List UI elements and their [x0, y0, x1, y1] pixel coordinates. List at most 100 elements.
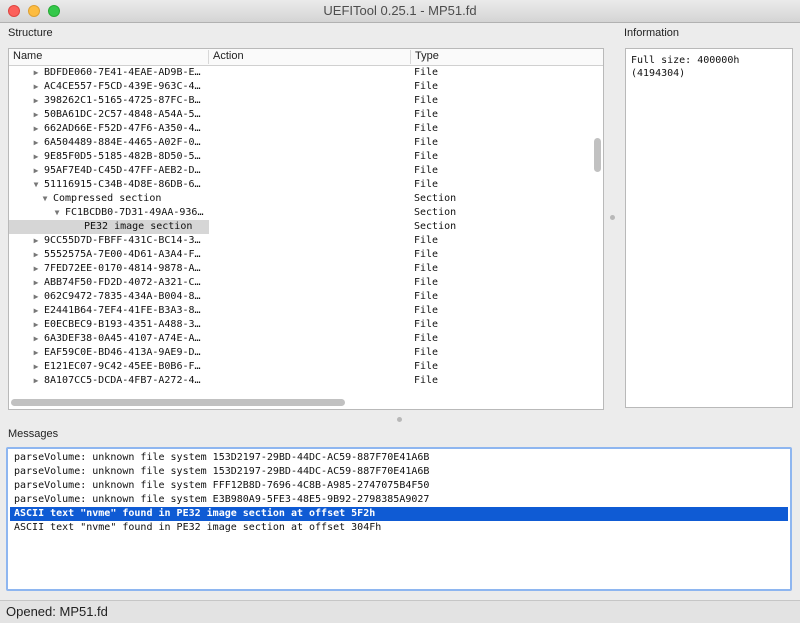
tree-row-name-cell[interactable]: ▶ 9CC55D7D-FBFF-431C-BC14-3… — [9, 234, 209, 248]
column-header-name[interactable]: Name — [9, 50, 209, 64]
expanded-arrow-icon[interactable]: ▼ — [52, 206, 62, 220]
messages-list[interactable]: parseVolume: unknown file system 153D219… — [6, 447, 792, 591]
tree-row[interactable]: ▶ EAF59C0E-BD46-413A-9AE9-D… File — [9, 346, 593, 360]
collapsed-arrow-icon[interactable]: ▶ — [31, 346, 41, 360]
tree-row[interactable]: ▼ 51116915-C34B-4D8E-86DB-6… File — [9, 178, 593, 192]
collapsed-arrow-icon[interactable]: ▶ — [31, 108, 41, 122]
tree-row-name-cell[interactable]: ▶ ABB74F50-FD2D-4072-A321-C… — [9, 276, 209, 290]
collapsed-arrow-icon[interactable]: ▶ — [31, 304, 41, 318]
tree-row-name-cell[interactable]: ▶ EAF59C0E-BD46-413A-9AE9-D… — [9, 346, 209, 360]
window-title: UEFITool 0.25.1 - MP51.fd — [323, 3, 477, 18]
tree-row-name-cell[interactable]: PE32 image section — [9, 220, 209, 234]
tree-row-name: 95AF7E4D-C45D-47FF-AEB2-D… — [44, 165, 201, 176]
tree-row[interactable]: ▶ E0ECBEC9-B193-4351-A488-3… File — [9, 318, 593, 332]
tree-row-name-cell[interactable]: ▶ 6A504489-884E-4465-A02F-0… — [9, 136, 209, 150]
message-item[interactable]: parseVolume: unknown file system FFF12B8… — [10, 479, 788, 493]
collapsed-arrow-icon[interactable]: ▶ — [31, 234, 41, 248]
tree-row-name: Compressed section — [53, 193, 162, 204]
tree-row[interactable]: ▶ 062C9472-7835-434A-B004-8… File — [9, 290, 593, 304]
tree-row[interactable]: ▶ 6A3DEF38-0A45-4107-A74E-A… File — [9, 332, 593, 346]
expanded-arrow-icon[interactable]: ▼ — [40, 192, 50, 206]
collapsed-arrow-icon[interactable]: ▶ — [31, 262, 41, 276]
tree-row-name-cell[interactable]: ▶ E121EC07-9C42-45EE-B0B6-F… — [9, 360, 209, 374]
collapsed-arrow-icon[interactable]: ▶ — [31, 150, 41, 164]
tree-row[interactable]: PE32 image section Section — [9, 220, 593, 234]
tree-row-name-cell[interactable]: ▼ Compressed section — [9, 192, 209, 206]
tree-row-name: 8A107CC5-DCDA-4FB7-A272-4… — [44, 375, 201, 386]
tree-row-name-cell[interactable]: ▶ E0ECBEC9-B193-4351-A488-3… — [9, 318, 209, 332]
tree-row-name-cell[interactable]: ▼ FC1BCDB0-7D31-49AA-936… — [9, 206, 209, 220]
tree-rows: ▶ BDFDE060-7E41-4EAE-AD9B-E… File ▶ AC4CE557… — [9, 66, 593, 396]
collapsed-arrow-icon[interactable]: ▶ — [31, 122, 41, 136]
tree-row-name-cell[interactable]: ▶ 7FED72EE-0170-4814-9878-A… — [9, 262, 209, 276]
tree-row-name-cell[interactable]: ▶ E2441B64-7EF4-41FE-B3A3-8… — [9, 304, 209, 318]
tree-row[interactable]: ▶ E2441B64-7EF4-41FE-B3A3-8… File — [9, 304, 593, 318]
tree-row[interactable]: ▶ 662AD66E-F52D-47F6-A350-4… File — [9, 122, 593, 136]
tree-row[interactable]: ▶ 95AF7E4D-C45D-47FF-AEB2-D… File — [9, 164, 593, 178]
tree-row[interactable]: ▶ AC4CE557-F5CD-439E-963C-4… File — [9, 80, 593, 94]
message-item[interactable]: parseVolume: unknown file system E3B980A… — [10, 493, 788, 507]
column-header-type[interactable]: Type — [411, 50, 603, 64]
tree-row-name-cell[interactable]: ▶ 95AF7E4D-C45D-47FF-AEB2-D… — [9, 164, 209, 178]
tree-row-name: 7FED72EE-0170-4814-9878-A… — [44, 263, 201, 274]
tree-row-name-cell[interactable]: ▼ 51116915-C34B-4D8E-86DB-6… — [9, 178, 209, 192]
horizontal-splitter-handle[interactable] — [397, 417, 402, 422]
tree-row[interactable]: ▶ 5552575A-7E00-4D61-A3A4-F… File — [9, 248, 593, 262]
tree-row[interactable]: ▶ E121EC07-9C42-45EE-B0B6-F… File — [9, 360, 593, 374]
tree-row-name-cell[interactable]: ▶ 398262C1-5165-4725-87FC-B… — [9, 94, 209, 108]
tree-horizontal-scrollbar[interactable] — [9, 399, 593, 407]
tree-row-name-cell[interactable]: ▶ BDFDE060-7E41-4EAE-AD9B-E… — [9, 66, 209, 80]
collapsed-arrow-icon[interactable]: ▶ — [31, 94, 41, 108]
collapsed-arrow-icon[interactable]: ▶ — [31, 164, 41, 178]
collapsed-arrow-icon[interactable]: ▶ — [31, 360, 41, 374]
tree-row-name-cell[interactable]: ▶ 5552575A-7E00-4D61-A3A4-F… — [9, 248, 209, 262]
tree-vertical-scrollbar[interactable] — [593, 66, 601, 396]
message-item[interactable]: parseVolume: unknown file system 153D219… — [10, 451, 788, 465]
tree-horizontal-scroll-thumb[interactable] — [11, 399, 345, 406]
message-item[interactable]: ASCII text "nvme" found in PE32 image se… — [10, 521, 788, 535]
tree-row[interactable]: ▶ 398262C1-5165-4725-87FC-B… File — [9, 94, 593, 108]
tree-row[interactable]: ▶ 7FED72EE-0170-4814-9878-A… File — [9, 262, 593, 276]
tree-row[interactable]: ▶ 9E85F0D5-5185-482B-8D50-5… File — [9, 150, 593, 164]
tree-vertical-scroll-thumb[interactable] — [594, 138, 601, 172]
column-header-action[interactable]: Action — [209, 50, 411, 64]
tree-row-name-cell[interactable]: ▶ 062C9472-7835-434A-B004-8… — [9, 290, 209, 304]
tree-row[interactable]: ▶ 50BA61DC-2C57-4848-A54A-5… File — [9, 108, 593, 122]
tree-row[interactable]: ▶ ABB74F50-FD2D-4072-A321-C… File — [9, 276, 593, 290]
tree-row-name-cell[interactable]: ▶ AC4CE557-F5CD-439E-963C-4… — [9, 80, 209, 94]
expanded-arrow-icon[interactable]: ▼ — [31, 178, 41, 192]
tree-row-type: File — [414, 305, 439, 316]
tree-row-type: File — [414, 151, 439, 162]
title-bar: UEFITool 0.25.1 - MP51.fd — [0, 0, 800, 23]
collapsed-arrow-icon[interactable]: ▶ — [31, 276, 41, 290]
tree-row[interactable]: ▶ 6A504489-884E-4465-A02F-0… File — [9, 136, 593, 150]
tree-row-name-cell[interactable]: ▶ 662AD66E-F52D-47F6-A350-4… — [9, 122, 209, 136]
collapsed-arrow-icon[interactable]: ▶ — [31, 332, 41, 346]
collapsed-arrow-icon[interactable]: ▶ — [31, 374, 41, 388]
tree-row-name-cell[interactable]: ▶ 8A107CC5-DCDA-4FB7-A272-4… — [9, 374, 209, 388]
information-label: Information — [624, 27, 680, 39]
tree-row-name: AC4CE557-F5CD-439E-963C-4… — [44, 81, 201, 92]
tree-row-type: File — [414, 249, 439, 260]
tree-row-type: File — [414, 263, 439, 274]
tree-row-name: 6A3DEF38-0A45-4107-A74E-A… — [44, 333, 201, 344]
tree-row-name-cell[interactable]: ▶ 9E85F0D5-5185-482B-8D50-5… — [9, 150, 209, 164]
collapsed-arrow-icon[interactable]: ▶ — [31, 136, 41, 150]
collapsed-arrow-icon[interactable]: ▶ — [31, 80, 41, 94]
collapsed-arrow-icon[interactable]: ▶ — [31, 248, 41, 262]
structure-tree[interactable]: Name Action Type ▶ BDFDE060-7E41-4EAE-AD9… — [8, 48, 604, 410]
tree-row[interactable]: ▶ BDFDE060-7E41-4EAE-AD9B-E… File — [9, 66, 593, 80]
collapsed-arrow-icon[interactable]: ▶ — [31, 66, 41, 80]
collapsed-arrow-icon[interactable]: ▶ — [31, 290, 41, 304]
tree-row[interactable]: ▼ Compressed section Section — [9, 192, 593, 206]
tree-row[interactable]: ▶ 9CC55D7D-FBFF-431C-BC14-3… File — [9, 234, 593, 248]
collapsed-arrow-icon[interactable]: ▶ — [31, 318, 41, 332]
tree-row[interactable]: ▼ FC1BCDB0-7D31-49AA-936… Section — [9, 206, 593, 220]
tree-row-name-cell[interactable]: ▶ 50BA61DC-2C57-4848-A54A-5… — [9, 108, 209, 122]
message-item[interactable]: parseVolume: unknown file system 153D219… — [10, 465, 788, 479]
tree-row[interactable]: ▶ 8A107CC5-DCDA-4FB7-A272-4… File — [9, 374, 593, 388]
tree-row-name-cell[interactable]: ▶ 6A3DEF38-0A45-4107-A74E-A… — [9, 332, 209, 346]
message-item[interactable]: ASCII text "nvme" found in PE32 image se… — [10, 507, 788, 521]
status-bar: Opened: MP51.fd — [0, 600, 800, 623]
vertical-splitter-handle[interactable] — [610, 215, 615, 220]
